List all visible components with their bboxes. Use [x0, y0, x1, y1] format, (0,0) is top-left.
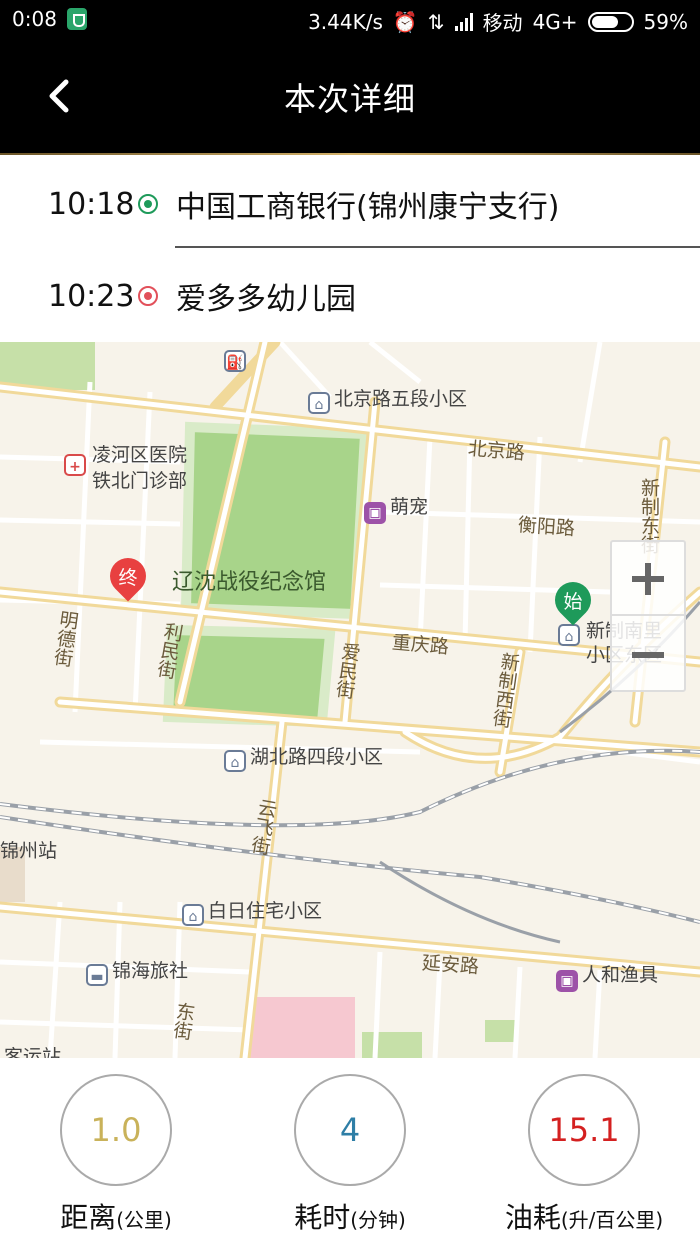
- poi-keyun[interactable]: 客运站: [4, 1042, 61, 1058]
- poi-bairi[interactable]: ⌂ 白日住宅小区: [182, 896, 322, 926]
- road-yanan: 延安路: [421, 952, 480, 978]
- residence-icon: ⌂: [308, 392, 330, 414]
- route-end-row: 10:23 爱多多幼儿园: [0, 251, 700, 341]
- road-chongqing: 重庆路: [391, 631, 450, 659]
- route-summary: 10:18 中国工商银行(锦州康宁支行) 10:23 爱多多幼儿园: [0, 155, 700, 342]
- shop-bag-icon: ▣: [556, 970, 578, 992]
- zoom-out-button[interactable]: [612, 618, 684, 692]
- signal-icon: [454, 12, 473, 31]
- poi-jinhai[interactable]: ▬ 锦海旅社: [86, 956, 188, 986]
- poi-beijing-5[interactable]: ⌂ 北京路五段小区: [308, 384, 467, 414]
- shop-bag-icon: ▣: [364, 502, 386, 524]
- start-place: 中国工商银行(锦州康宁支行): [176, 190, 560, 225]
- poi-mengchong[interactable]: ▣ 萌宠: [364, 492, 428, 524]
- route-start-row: 10:18 中国工商银行(锦州康宁支行): [0, 159, 700, 249]
- duration-label: 耗时(分钟): [294, 1201, 406, 1234]
- carrier-label: 移动: [482, 11, 523, 35]
- page-title: 本次详细: [283, 80, 416, 118]
- network-type: 4G+: [532, 9, 578, 34]
- residence-icon: ⌂: [224, 750, 246, 772]
- poi-hubei-4[interactable]: ⌂ 湖北路四段小区: [224, 742, 383, 772]
- hospital-name-2: 铁北门诊部: [92, 470, 188, 492]
- zoom-in-button[interactable]: [612, 542, 684, 616]
- end-pin[interactable]: 终: [102, 550, 154, 606]
- gas-station-poi[interactable]: ⛽: [224, 346, 250, 372]
- stat-fuel: 15.1 油耗(升/百公里): [474, 1074, 694, 1236]
- start-pin[interactable]: 始: [547, 574, 599, 630]
- data-transfer-icon: ⇅: [427, 9, 445, 34]
- road-hengyang: 衡阳路: [517, 514, 576, 540]
- poi-jinzhou-station[interactable]: 锦州站: [0, 836, 57, 863]
- start-time: 10:18: [48, 186, 135, 222]
- end-place: 爱多多幼儿园: [176, 282, 356, 317]
- poi-hospital[interactable]: +: [64, 440, 90, 476]
- poi-memorial[interactable]: 辽沈战役纪念馆: [172, 564, 326, 596]
- fuel-label: 油耗(升/百公里): [504, 1201, 664, 1234]
- stat-duration: 4 耗时(分钟): [240, 1074, 460, 1236]
- zoom-control: [610, 540, 686, 692]
- residence-icon: ⌂: [182, 904, 204, 926]
- distance-label: 距离(公里): [60, 1201, 172, 1234]
- net-speed: 3.44K/s: [308, 9, 383, 34]
- road-dongjie: 东街: [169, 1000, 197, 1042]
- status-time: 0:08: [12, 7, 57, 31]
- route-map[interactable]: ⛽ ⌂ 北京路五段小区 北京路 + 凌河区医院 铁北门诊部 ▣ 萌宠 衡阳路 新制东…: [0, 342, 700, 1058]
- fuel-value: 15.1: [528, 1074, 640, 1186]
- alarm-icon: ⏰: [392, 9, 418, 34]
- duration-value: 4: [294, 1074, 406, 1186]
- road-beijing: 北京路: [467, 437, 526, 465]
- trip-stats: 1.0 距离(公里) 4 耗时(分钟) 15.1 油耗(升/百公里): [0, 1058, 700, 1244]
- minus-icon: [632, 652, 664, 658]
- distance-value: 1.0: [60, 1074, 172, 1186]
- route-divider: [175, 246, 700, 248]
- stat-distance: 1.0 距离(公里): [6, 1074, 226, 1236]
- start-dot-icon: [138, 194, 158, 214]
- hotel-icon: ▬: [86, 964, 108, 986]
- status-bar: 0:08 3.44K/s ⏰ ⇅ 移动 4G+ 59%: [0, 0, 700, 40]
- battery-percent: 59%: [643, 9, 688, 34]
- end-dot-icon: [138, 286, 158, 306]
- security-shield-icon: [66, 8, 87, 30]
- app-header: 本次详细: [0, 40, 700, 154]
- hospital-icon: +: [64, 454, 86, 476]
- battery-icon: [587, 11, 634, 32]
- hospital-name-1: 凌河区医院: [92, 444, 188, 466]
- gas-station-icon: ⛽: [224, 350, 246, 372]
- end-time: 10:23: [48, 278, 135, 314]
- poi-renhe[interactable]: ▣ 人和渔具: [556, 960, 658, 992]
